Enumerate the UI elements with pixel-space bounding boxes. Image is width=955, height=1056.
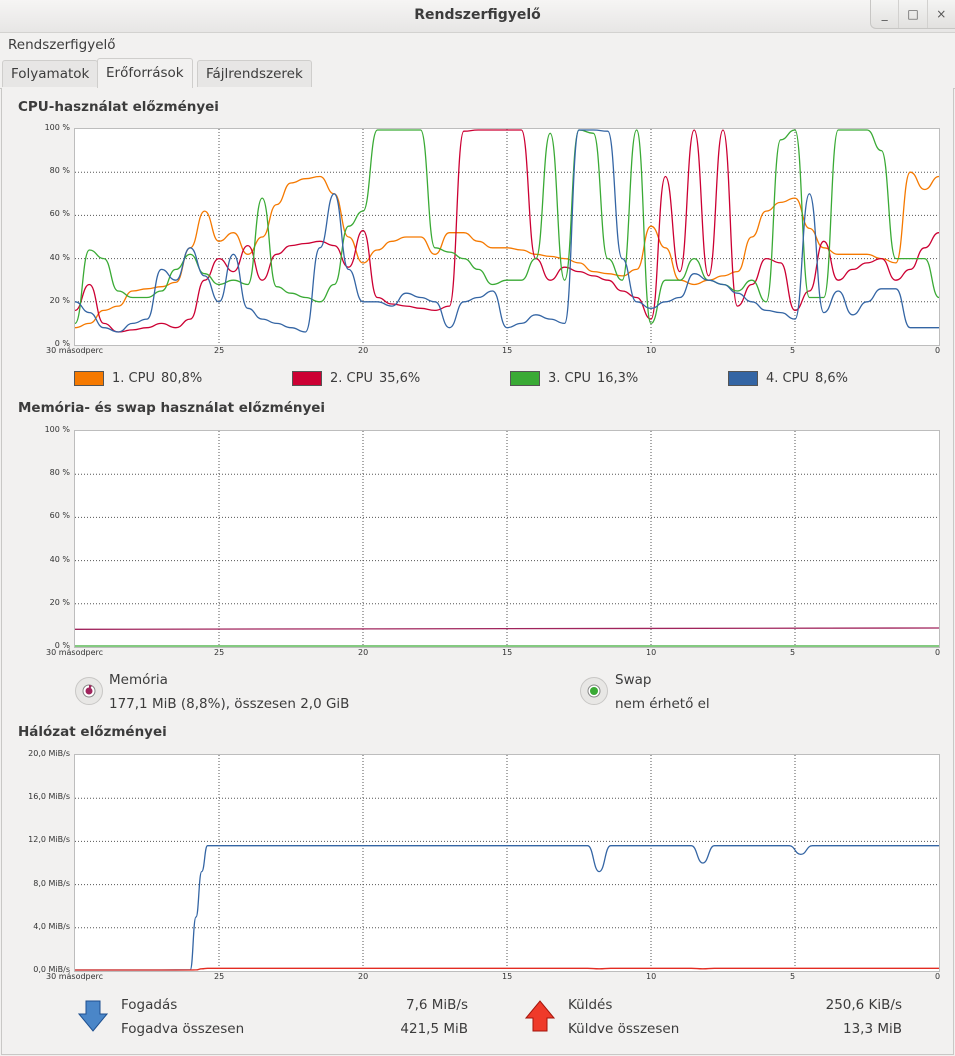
cpu-graph xyxy=(74,128,940,346)
network-x-tick: 30 másodperc xyxy=(46,972,104,981)
memory-y-tick: 40 % xyxy=(49,554,70,564)
memory-graph xyxy=(74,430,940,648)
menu-item-rendszerfigyelo[interactable]: Rendszerfigyelő xyxy=(8,37,116,53)
memory-color-picker[interactable] xyxy=(75,677,103,705)
memory-label: Memória xyxy=(109,672,168,688)
swap-label: Swap xyxy=(615,672,652,688)
network-x-tick: 10 xyxy=(646,972,657,981)
network-y-tick: 16,0 MiB/s xyxy=(28,792,70,802)
network-graph-svg xyxy=(75,755,939,971)
tab-eroforrasok[interactable]: Erőforrások xyxy=(97,58,193,89)
cpu-y-tick: 40 % xyxy=(49,252,70,262)
received-total-value: 421,5 MiB xyxy=(400,1021,468,1037)
swap-color-picker[interactable] xyxy=(580,677,608,705)
legend-cpu-3[interactable]: 3. CPU 16,3% xyxy=(510,371,638,386)
tab-fajlrendszerek[interactable]: Fájlrendszerek xyxy=(197,60,312,87)
sending-label: Küldés xyxy=(568,997,613,1013)
tab-folyamatok[interactable]: Folyamatok xyxy=(2,60,99,87)
cpu1-label: 1. CPU xyxy=(112,371,155,386)
memory-section-title: Memória- és swap használat előzményei xyxy=(18,400,326,416)
receiving-series-line xyxy=(75,845,939,971)
cpu-y-tick: 100 % xyxy=(44,123,70,132)
cpu4-color-swatch[interactable] xyxy=(728,371,758,386)
memory-y-tick: 60 % xyxy=(49,511,70,521)
cpu-section-title: CPU-használat előzményei xyxy=(18,99,219,115)
network-x-tick: 0 xyxy=(935,972,941,981)
cpu3-label: 3. CPU xyxy=(548,371,591,386)
memory-pie-icon xyxy=(82,684,96,698)
legend-cpu-1[interactable]: 1. CPU 80,8% xyxy=(74,371,202,386)
sent-total-label: Küldve összesen xyxy=(568,1021,680,1037)
network-x-tick: 5 xyxy=(790,972,796,981)
maximize-button[interactable]: □ xyxy=(898,0,926,28)
receive-arrow-icon[interactable] xyxy=(78,1000,108,1032)
title-bar[interactable]: Rendszerfigyelő _ □ × xyxy=(0,0,955,33)
network-graph xyxy=(74,754,940,972)
cpu-y-tick: 20 % xyxy=(49,295,70,305)
sent-total-value: 13,3 MiB xyxy=(842,1021,902,1037)
memory-y-tick: 100 % xyxy=(44,425,70,434)
cpu-x-tick: 0 xyxy=(935,346,941,355)
memory-x-tick: 15 xyxy=(502,648,513,657)
cpu-y-tick: 80 % xyxy=(49,166,70,176)
window-title: Rendszerfigyelő xyxy=(414,7,541,23)
network-y-tick: 4,0 MiB/s xyxy=(33,921,70,931)
close-button[interactable]: × xyxy=(926,0,955,28)
receiving-rate: 7,6 MiB/s xyxy=(405,997,468,1013)
cpu-x-tick: 10 xyxy=(646,346,657,355)
network-y-tick: 8,0 MiB/s xyxy=(33,878,70,888)
cpu3-color-swatch[interactable] xyxy=(510,371,540,386)
memory-graph-svg xyxy=(75,431,939,647)
send-arrow-icon[interactable] xyxy=(525,1000,555,1032)
network-x-tick: 25 xyxy=(214,972,225,981)
network-y-tick: 12,0 MiB/s xyxy=(28,835,70,845)
memory-series-line xyxy=(75,627,939,630)
cpu-x-tick: 20 xyxy=(358,346,369,355)
minimize-button[interactable]: _ xyxy=(871,0,898,28)
sending-series-line xyxy=(75,967,939,971)
cpu-x-tick: 25 xyxy=(214,346,225,355)
sending-rate: 250,6 KiB/s xyxy=(825,997,902,1013)
cpu2-color-swatch[interactable] xyxy=(292,371,322,386)
legend-cpu-4[interactable]: 4. CPU 8,6% xyxy=(728,371,848,386)
cpu1-value: 80,8% xyxy=(160,371,203,386)
memory-x-tick: 5 xyxy=(790,648,796,657)
window-controls: _ □ × xyxy=(870,0,955,29)
memory-x-tick: 0 xyxy=(935,648,941,657)
memory-x-tick: 10 xyxy=(646,648,657,657)
cpu4-value: 8,6% xyxy=(814,371,848,386)
receiving-label: Fogadás xyxy=(121,997,178,1013)
swap-value: nem érhető el xyxy=(615,696,710,712)
memory-y-tick: 80 % xyxy=(49,468,70,478)
resources-panel: CPU-használat előzményei 100 % 80 % 60 % 40… xyxy=(1,88,954,1055)
network-section-title: Hálózat előzményei xyxy=(18,724,167,740)
memory-x-tick: 20 xyxy=(358,648,369,657)
cpu4-label: 4. CPU xyxy=(766,371,809,386)
network-x-tick: 15 xyxy=(502,972,513,981)
memory-y-tick: 20 % xyxy=(49,597,70,607)
memory-value: 177,1 MiB (8,8%), összesen 2,0 GiB xyxy=(109,696,350,712)
cpu2-value: 35,6% xyxy=(378,371,421,386)
network-x-tick: 20 xyxy=(358,972,369,981)
cpu3-value: 16,3% xyxy=(596,371,639,386)
memory-x-tick: 30 másodperc xyxy=(46,648,104,657)
cpu-x-tick: 30 másodperc xyxy=(46,346,104,355)
tab-bar: Folyamatok Erőforrások Fájlrendszerek xyxy=(0,58,955,89)
legend-cpu-2[interactable]: 2. CPU 35,6% xyxy=(292,371,420,386)
cpu-x-tick: 15 xyxy=(502,346,513,355)
cpu-y-tick: 60 % xyxy=(49,209,70,219)
cpu-graph-svg xyxy=(75,129,939,345)
received-total-label: Fogadva összesen xyxy=(121,1021,245,1037)
network-y-tick: 20,0 MiB/s xyxy=(28,749,70,758)
swap-pie-icon xyxy=(587,684,601,698)
menu-bar: Rendszerfigyelő xyxy=(0,33,955,57)
cpu-x-tick: 5 xyxy=(790,346,796,355)
cpu2-label: 2. CPU xyxy=(330,371,373,386)
memory-x-tick: 25 xyxy=(214,648,225,657)
cpu1-color-swatch[interactable] xyxy=(74,371,104,386)
